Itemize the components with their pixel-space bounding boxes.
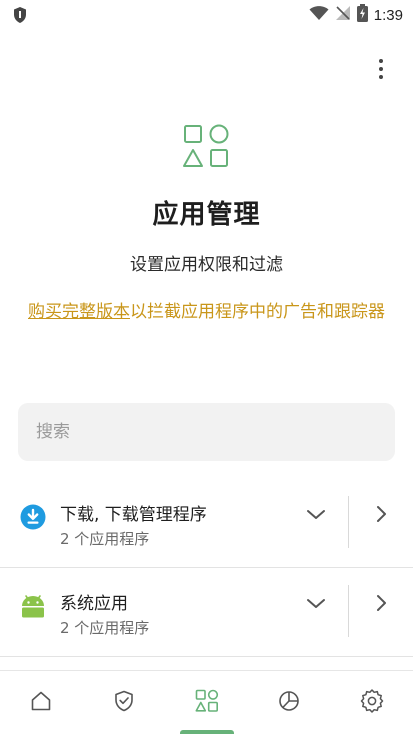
settings-icon[interactable]: [358, 687, 386, 715]
row-divider: [0, 656, 413, 657]
no-signal-icon: [335, 5, 351, 25]
app-group-count: 2 个应用程序: [60, 530, 150, 548]
promo-message: 购买完整版本以拦截应用程序中的广告和跟踪器: [28, 300, 385, 324]
app-group-title: 系统应用: [60, 594, 128, 614]
vpn-shield-icon: [12, 6, 28, 28]
android-icon: [20, 593, 46, 623]
chevron-down-icon[interactable]: [302, 591, 330, 615]
chevron-right-icon[interactable]: [370, 502, 392, 526]
bottom-navigation: [0, 670, 413, 734]
page-title: 应用管理: [152, 200, 261, 230]
status-time: 1:39: [373, 6, 403, 24]
row-divider: [0, 567, 413, 568]
search-input[interactable]: [36, 422, 395, 442]
page-subtitle: 设置应用权限和过滤: [130, 255, 283, 275]
promo-text: 以拦截应用程序中的广告和跟踪器: [130, 302, 385, 322]
shield-icon[interactable]: [110, 687, 138, 715]
vertical-divider: [348, 585, 349, 637]
status-bar: 1:39: [0, 0, 413, 30]
wifi-icon: [309, 5, 329, 25]
apps-icon[interactable]: [193, 687, 221, 715]
download-icon: [20, 504, 46, 534]
chevron-down-icon[interactable]: [302, 502, 330, 526]
overflow-menu-icon[interactable]: [371, 56, 391, 82]
app-group-count: 2 个应用程序: [60, 619, 150, 637]
battery-icon: [356, 4, 368, 26]
app-group-title: 下载, 下载管理程序: [60, 505, 207, 525]
home-icon[interactable]: [27, 687, 55, 715]
app-group-row[interactable]: 下载, 下载管理程序 2 个应用程序: [0, 496, 413, 586]
apps-management-icon: [180, 122, 234, 174]
active-tab-indicator: [180, 730, 234, 734]
stats-icon[interactable]: [275, 687, 303, 715]
vertical-divider: [348, 496, 349, 548]
app-group-row[interactable]: 系统应用 2 个应用程序: [0, 585, 413, 675]
chevron-right-icon[interactable]: [370, 591, 392, 615]
search-bar[interactable]: [18, 403, 395, 461]
buy-full-version-link[interactable]: 购买完整版本: [28, 302, 130, 322]
